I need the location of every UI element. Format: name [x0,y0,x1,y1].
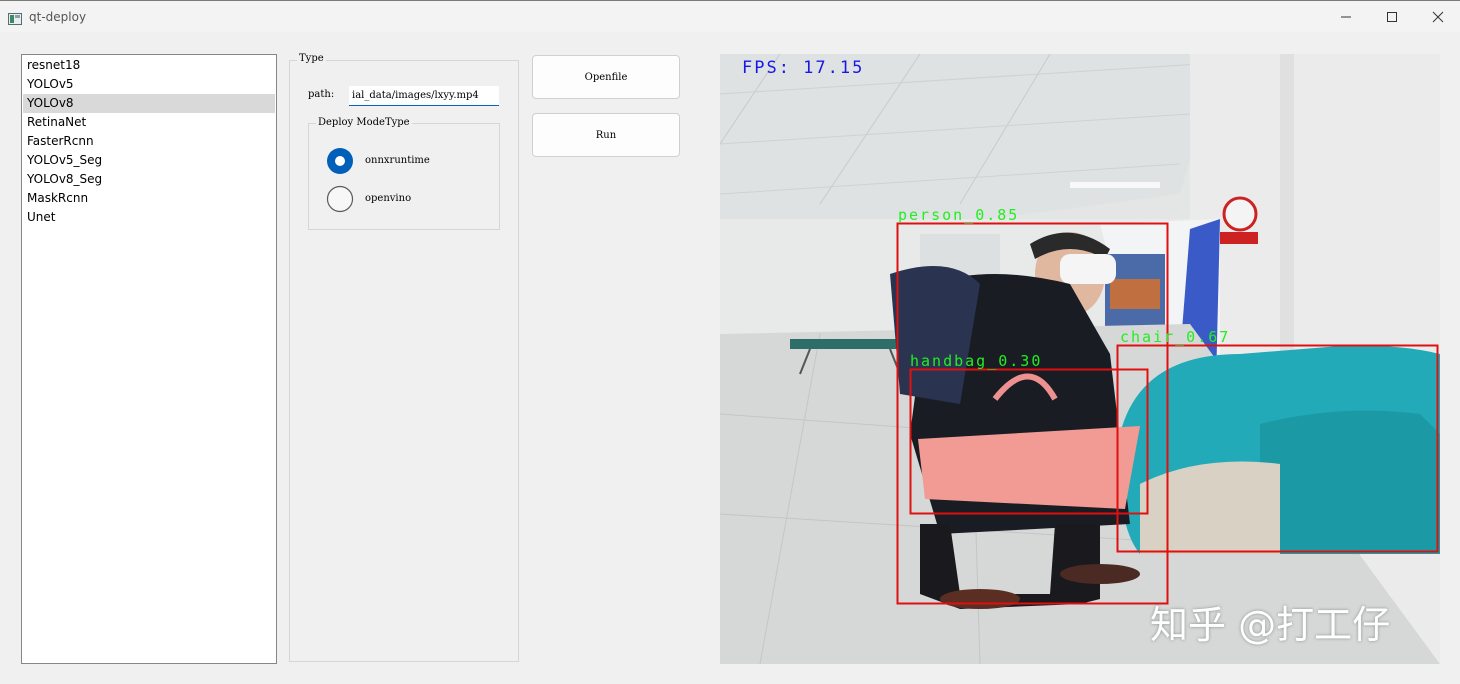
openvino-label[interactable]: openvino [365,193,411,204]
run-button[interactable]: Run [532,113,680,157]
onnxruntime-label[interactable]: onnxruntime [365,155,430,166]
minimize-button[interactable] [1323,1,1369,33]
model-list-item[interactable]: YOLOv5 [23,75,275,94]
app-icon [8,10,22,25]
type-group-title: Type [297,53,326,64]
path-value: ial_data/images/lxyy.mp4 [352,90,479,101]
openvino-radio[interactable] [326,185,354,213]
path-label: path: [308,89,335,100]
title-bar: qt-deploy [0,0,1460,32]
close-icon [1432,11,1444,23]
detection-label-chair: chair_0.67 [1120,328,1231,346]
fps-overlay: FPS: 17.15 [742,58,865,78]
maximize-icon [1387,12,1397,22]
detection-label-handbag: handbag_0.30 [910,352,1043,370]
model-list-item-selected[interactable]: YOLOv8 [23,94,275,113]
close-button[interactable] [1415,1,1460,33]
deploy-mode-groupbox [308,123,500,230]
watermark-text: 知乎 @打工仔 [1150,603,1391,647]
video-frame-scene [720,54,1440,664]
model-list-item[interactable]: YOLOv5_Seg [23,151,275,170]
model-list[interactable]: resnet18 YOLOv5 YOLOv8 RetinaNet FasterR… [21,54,277,664]
model-list-item[interactable]: MaskRcnn [23,189,275,208]
model-list-item[interactable]: Unet [23,208,275,227]
maximize-button[interactable] [1369,1,1415,33]
model-list-item[interactable]: FasterRcnn [23,132,275,151]
model-list-item[interactable]: resnet18 [23,56,275,75]
window-title: qt-deploy [29,10,87,24]
model-list-item[interactable]: RetinaNet [23,113,275,132]
onnxruntime-radio[interactable] [326,147,354,175]
minimize-icon [1341,16,1351,18]
deploy-mode-title: Deploy ModeType [316,117,412,128]
openfile-button[interactable]: Openfile [532,55,680,99]
detection-label-person: person_0.85 [898,206,1020,224]
radio-unchecked-icon [326,185,354,213]
video-display: FPS: 17.15 person_0.85 handbag_0.30 chai… [720,54,1440,664]
model-list-item[interactable]: YOLOv8_Seg [23,170,275,189]
radio-checked-icon [327,148,353,174]
path-input[interactable]: ial_data/images/lxyy.mp4 [349,86,499,106]
